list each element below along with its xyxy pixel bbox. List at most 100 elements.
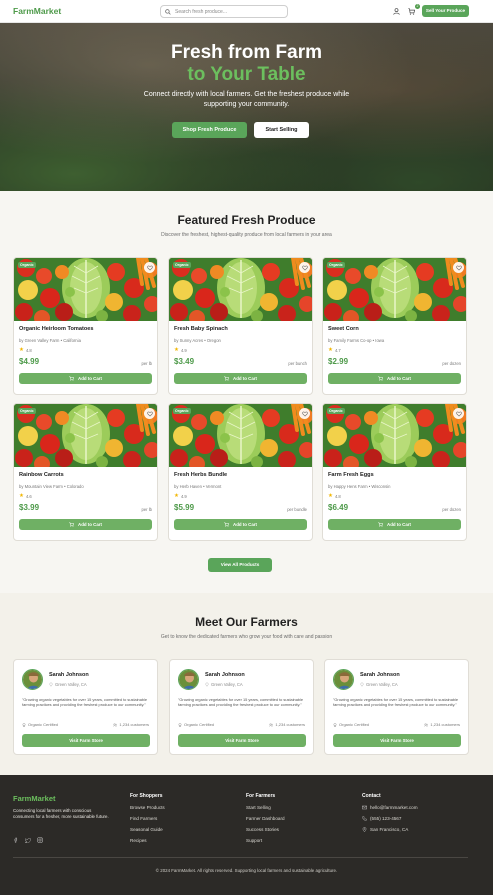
product-rating: ★ 4.9 — [174, 493, 187, 499]
farmer-quote: "Growing organic vegetables for over 15 … — [22, 697, 148, 708]
footer-brand[interactable]: FarmMarket — [13, 794, 56, 803]
hero-title-accent: to Your Table — [187, 64, 306, 85]
search-box[interactable] — [160, 5, 288, 18]
cart-icon — [69, 522, 75, 527]
rating-value: 4.6 — [25, 493, 32, 499]
product-card[interactable]: Organic Fresh Herbs Bundle by Herb Haven •… — [168, 403, 313, 541]
footer-shoppers-heading: For Shoppers — [130, 793, 163, 799]
heart-icon — [301, 265, 308, 270]
favorite-button[interactable] — [453, 262, 464, 273]
add-to-cart-label: Add to Cart — [78, 376, 102, 381]
footer-link[interactable]: Find Farmers — [130, 816, 157, 821]
product-unit: per dozen — [442, 507, 461, 512]
search-icon — [165, 8, 171, 15]
product-name[interactable]: Fresh Baby Spinach — [174, 326, 228, 332]
product-farm: by Happy Hens Farm • Wisconsin — [328, 484, 391, 489]
product-unit: per bundle — [287, 507, 307, 512]
product-rating: ★ 4.9 — [174, 347, 187, 353]
rating-value: 4.9 — [180, 493, 187, 499]
favorite-button[interactable] — [299, 408, 310, 419]
hero-subtitle: Connect directly with local farmers. Get… — [143, 91, 350, 108]
product-card[interactable]: Organic Farm Fresh Eggs by Happy Hens Farm… — [322, 403, 467, 541]
customer-count: 1,234 customers — [269, 722, 305, 727]
add-to-cart-button[interactable]: Add to Cart — [174, 373, 307, 384]
facebook-icon[interactable] — [13, 837, 19, 843]
search-input[interactable] — [175, 8, 285, 15]
sell-produce-button[interactable]: Sell Your Produce — [422, 5, 469, 17]
product-image[interactable]: Organic — [169, 258, 312, 321]
product-card[interactable]: Organic Sweet Corn by Family Farms Co-op •… — [322, 257, 467, 395]
product-image[interactable]: Organic — [14, 404, 157, 467]
star-icon: ★ — [174, 493, 179, 499]
section-title: Meet Our Farmers — [195, 615, 298, 629]
product-image[interactable]: Organic — [323, 258, 466, 321]
visit-farm-store-button[interactable]: Visit Farm Store — [178, 734, 306, 747]
add-to-cart-button[interactable]: Add to Cart — [19, 519, 152, 530]
footer-link[interactable]: Farmer Dashboard — [246, 816, 285, 821]
footer-link[interactable]: Browse Products — [130, 805, 165, 810]
badge-icon — [178, 722, 182, 727]
heart-icon — [301, 411, 308, 416]
shop-produce-button[interactable]: Shop Fresh Produce — [172, 122, 247, 138]
footer-link[interactable]: Start Selling — [246, 805, 271, 810]
farmer-quote: "Growing organic vegetables for over 15 … — [178, 697, 304, 708]
product-farm: by Herb Haven • Vermont — [174, 484, 222, 489]
footer-link[interactable]: Recipes — [130, 838, 147, 843]
star-icon: ★ — [174, 347, 179, 353]
favorite-button[interactable] — [299, 262, 310, 273]
add-to-cart-button[interactable]: Add to Cart — [328, 519, 461, 530]
hero-title: Fresh from Farm — [171, 42, 322, 63]
product-image[interactable]: Organic — [169, 404, 312, 467]
customer-count: 1,234 customers — [424, 722, 460, 727]
phone-icon — [362, 816, 367, 821]
brand-logo[interactable]: FarmMarket — [13, 6, 61, 16]
customers-text: 1,234 customers — [119, 722, 149, 727]
product-name[interactable]: Organic Heirloom Tomatoes — [19, 326, 94, 332]
product-name[interactable]: Farm Fresh Eggs — [328, 472, 374, 478]
farmer-avatar — [22, 669, 43, 690]
view-all-products-button[interactable]: View All Products — [208, 558, 272, 572]
twitter-icon[interactable] — [25, 837, 31, 843]
product-name[interactable]: Rainbow Carrots — [19, 472, 64, 478]
product-price: $3.49 — [174, 357, 195, 366]
organic-certified: Organic Certified — [22, 722, 58, 727]
product-farm: by Sunny Acres • Oregon — [174, 338, 221, 343]
add-to-cart-button[interactable]: Add to Cart — [328, 373, 461, 384]
section-subtitle: Discover the freshest, highest-quality p… — [161, 232, 332, 238]
contact-phone-text: (555) 123-4567 — [370, 816, 402, 821]
location-pin-icon — [205, 682, 209, 687]
product-card[interactable]: Organic Rainbow Carrots by Mountain View F… — [13, 403, 158, 541]
start-selling-button[interactable]: Start Selling — [254, 122, 309, 138]
footer-link[interactable]: Success Stories — [246, 827, 279, 832]
product-image[interactable]: Organic — [323, 404, 466, 467]
product-name[interactable]: Sweet Corn — [328, 326, 359, 332]
product-card[interactable]: Organic Organic Heirloom Tomatoes by Green… — [13, 257, 158, 395]
favorite-button[interactable] — [144, 262, 155, 273]
farmer-name: Sarah Johnson — [360, 672, 400, 678]
contact-phone[interactable]: (555) 123-4567 — [362, 816, 401, 821]
add-to-cart-button[interactable]: Add to Cart — [174, 519, 307, 530]
star-icon: ★ — [328, 347, 333, 353]
favorite-button[interactable] — [144, 408, 155, 419]
featured-produce-section: Featured Fresh Produce Discover the fres… — [0, 191, 493, 593]
customers-text: 1,234 customers — [430, 722, 460, 727]
favorite-button[interactable] — [453, 408, 464, 419]
footer-link[interactable]: Support — [246, 838, 262, 843]
footer-divider — [13, 857, 468, 858]
users-icon — [424, 723, 429, 727]
product-name[interactable]: Fresh Herbs Bundle — [174, 472, 227, 478]
heart-icon — [146, 411, 153, 416]
certification-text: Organic Certified — [28, 722, 59, 727]
visit-farm-store-button[interactable]: Visit Farm Store — [333, 734, 461, 747]
product-card[interactable]: Organic Fresh Baby Spinach by Sunny Acres … — [168, 257, 313, 395]
contact-location-text: San Francisco, CA — [370, 827, 409, 832]
add-to-cart-button[interactable]: Add to Cart — [19, 373, 152, 384]
product-image[interactable]: Organic — [14, 258, 157, 321]
contact-email[interactable]: hello@farmmarket.com — [362, 805, 418, 810]
cart-icon[interactable] — [408, 8, 415, 15]
user-icon[interactable] — [393, 8, 400, 15]
location-pin-icon — [362, 827, 367, 832]
visit-farm-store-button[interactable]: Visit Farm Store — [22, 734, 150, 747]
instagram-icon[interactable] — [37, 837, 43, 843]
footer-link[interactable]: Seasonal Guide — [130, 827, 163, 832]
